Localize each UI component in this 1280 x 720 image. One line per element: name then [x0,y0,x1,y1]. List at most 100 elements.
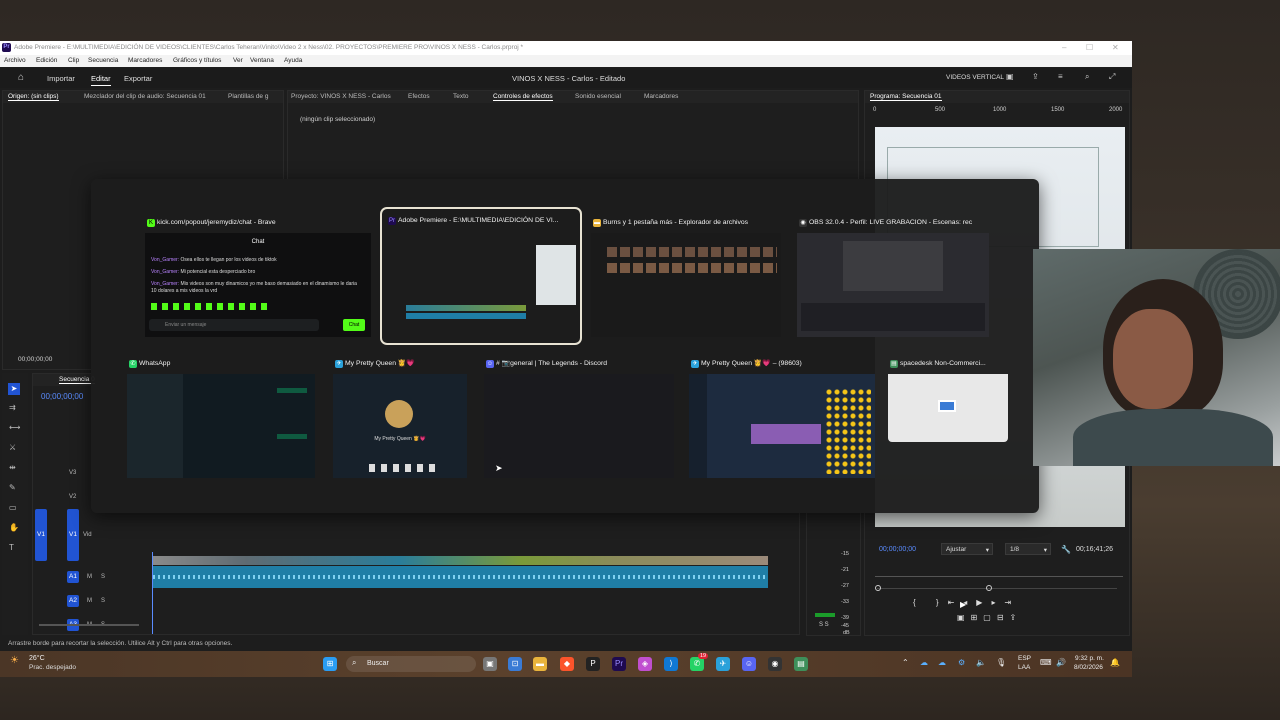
chat-send-button[interactable]: Chat [343,319,365,331]
tab-texto[interactable]: Texto [453,93,469,100]
menu-archivo[interactable]: Archivo [4,57,26,64]
window-card-explorer[interactable]: ▬ Burns y 1 pestaña más - Explorador de … [591,215,781,337]
menu-ayuda[interactable]: Ayuda [284,57,302,64]
v1-video-clips[interactable] [153,556,768,565]
telegram-taskbar-icon[interactable]: ✈ [716,657,730,671]
wrench-icon[interactable]: 🔧 [1061,545,1071,554]
speaker-icon[interactable]: 🔈 [976,658,986,667]
premiere-taskbar-icon[interactable]: Pr [612,657,626,671]
close-icon[interactable]: ✕ [1112,43,1119,52]
whatsapp-taskbar-icon[interactable]: ✆ [690,657,704,671]
timeline-timecode[interactable]: 00;00;00;00 [41,392,83,401]
playhead[interactable] [152,552,153,634]
zoom-bar[interactable] [877,588,1117,589]
menu-ver[interactable]: Ver [233,57,243,64]
track-a1[interactable]: A1 [67,571,79,583]
type-tool-icon[interactable]: T [9,543,14,552]
rectangle-tool-icon[interactable]: ▭ [9,503,17,512]
discord-taskbar-icon[interactable]: ☺ [742,657,756,671]
pen-tool-icon[interactable]: ✎ [9,483,16,492]
tab-efectos[interactable]: Efectos [408,93,430,100]
fullscreen-icon[interactable]: ⤢ [1109,72,1115,82]
menu-secuencia[interactable]: Secuencia [88,57,118,64]
network-icon[interactable]: ⌨ [1040,658,1052,667]
razor-tool-icon[interactable]: ⚔ [9,443,16,452]
language-top[interactable]: ESP [1018,655,1031,662]
tab-mezclador[interactable]: Mezclador del clip de audio: Secuencia 0… [84,93,206,100]
zoom-handle-left[interactable] [875,585,881,591]
search-box[interactable]: ⌕ Buscar [346,656,476,672]
tab-proyecto[interactable]: Proyecto: VINOS X NESS - Carlos [291,93,391,100]
tab-origen[interactable]: Origen: (sin clips) [8,93,59,101]
slip-tool-icon[interactable]: ⇹ [9,463,16,472]
window-card-telegram-1[interactable]: ✈ My Pretty Queen 👸💗 My Pretty Queen 👸💗 [333,356,467,478]
transport-controls[interactable]: { }⇤◂▶▸⇥ [913,598,1020,607]
microphone-icon[interactable]: 🎙 [996,658,1006,667]
timeline-zoom-bar[interactable] [39,624,139,626]
onedrive-icon[interactable]: ☁ [920,658,928,667]
window-card-discord[interactable]: ☺ # 📷general | The Legends - Discord [484,356,674,478]
scrub-bar[interactable] [875,576,1123,577]
meter-solo-buttons[interactable]: S S [819,622,829,628]
file-explorer-icon[interactable]: ▬ [533,657,547,671]
a1-solo[interactable]: S [101,574,105,580]
ripple-edit-tool-icon[interactable]: ⟷ [9,423,20,432]
tab-secuencia[interactable]: Secuencia 0 [59,376,95,384]
menu-marcadores[interactable]: Marcadores [128,57,162,64]
menu-graficos[interactable]: Gráficos y títulos [173,57,221,64]
v1-source-patch[interactable]: V1 [35,509,47,561]
spacedesk-taskbar-icon[interactable]: ▤ [794,657,808,671]
menu-clip[interactable]: Clip [68,57,79,64]
tab-marcadores[interactable]: Marcadores [644,93,678,100]
notification-icon[interactable]: 🔔 [1110,658,1120,667]
menu-edicion[interactable]: Edición [36,57,57,64]
track-v3[interactable]: V3 [69,470,76,476]
zoom-handle-right[interactable] [986,585,992,591]
workspace-name[interactable]: VIDEOS VERTICAL [946,74,1004,81]
window-card-whatsapp[interactable]: ✆ WhatsApp [127,356,315,478]
tab-importar[interactable]: Importar [47,74,75,83]
menu-ventana[interactable]: Ventana [250,57,274,64]
hand-tool-icon[interactable]: ✋ [9,523,19,532]
window-card-premiere[interactable]: Pr Adobe Premiere - E:\MULTIMEDIA\EDICIÓ… [380,207,582,345]
track-a2[interactable]: A2 [67,595,79,607]
weather-desc[interactable]: Prac. despejado [29,664,76,671]
obs-taskbar-icon[interactable]: ◉ [768,657,782,671]
photos-icon[interactable]: ◈ [638,657,652,671]
resolution-dropdown[interactable]: 1/8 ▾ [1005,543,1051,555]
selection-tool-icon[interactable]: ➤ [8,383,20,395]
tab-programa[interactable]: Programa: Secuencia 01 [870,93,942,101]
pycharm-icon[interactable]: P [586,657,600,671]
play-icon[interactable]: ▶ [960,600,966,609]
a1-mute[interactable]: M [87,574,92,580]
track-v2[interactable]: V2 [69,494,76,500]
clock-time[interactable]: 9:32 p. m. [1075,655,1104,662]
program-timecode[interactable]: 00;00;00;00 [879,546,916,553]
window-card-telegram-2[interactable]: ✈ My Pretty Queen 👸💗 – (98603) [689,356,875,478]
task-view-icon[interactable]: ▣ [483,657,497,671]
clock-date[interactable]: 8/02/2026 [1074,664,1103,671]
onedrive2-icon[interactable]: ☁ [938,658,946,667]
brave-icon[interactable]: ◆ [560,657,574,671]
tab-sonido-esencial[interactable]: Sonido esencial [575,93,621,100]
tab-plantillas[interactable]: Plantillas de g [228,93,268,100]
weather-temp[interactable]: 26°C [29,655,45,662]
a2-solo[interactable]: S [101,598,105,604]
menu-lines-icon[interactable]: ≡ [1058,72,1063,81]
network-device-icon[interactable]: ⚙ [958,658,965,667]
chat-input[interactable]: Enviar un mensaje [149,319,319,331]
window-card-obs[interactable]: ◉ OBS 32.0.4 - Perfil: LIVE GRABACION - … [797,215,989,337]
volume-icon[interactable]: 🔊 [1056,658,1066,667]
panel-icon[interactable]: ▣ [1006,72,1014,81]
windows-start-icon[interactable]: ⊞ [323,657,337,671]
window-card-spacedesk[interactable]: ▤ spacedesk Non-Commerci... [888,356,1008,442]
vscode-icon[interactable]: ⟩ [664,657,678,671]
a1-audio-clip[interactable] [153,566,768,588]
tab-exportar[interactable]: Exportar [124,74,152,83]
tab-editar[interactable]: Editar [91,74,111,86]
a2-mute[interactable]: M [87,598,92,604]
fit-dropdown[interactable]: Ajustar ▾ [941,543,993,555]
tab-controles-efectos[interactable]: Controles de efectos [493,93,553,101]
store-icon[interactable]: ⊡ [508,657,522,671]
minimize-icon[interactable]: – [1062,43,1066,52]
